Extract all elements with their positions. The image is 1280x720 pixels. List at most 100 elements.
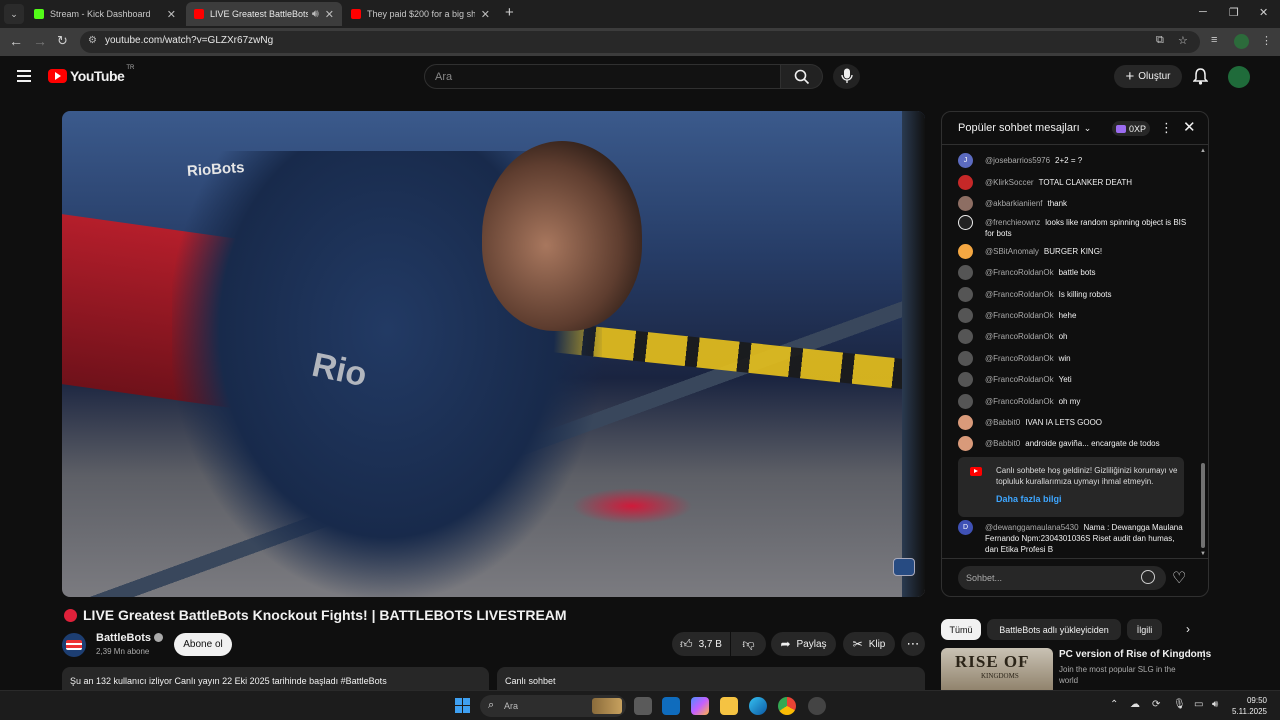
clip-button[interactable]: ✂ Klip [843,632,895,656]
account-avatar[interactable] [1228,66,1250,88]
forward-icon[interactable]: → [33,34,47,48]
chat-message[interactable]: @FrancoRoldanOk oh [958,329,1188,344]
live-chat-label: Canlı sohbet [505,676,556,686]
tab-search-button[interactable]: ⌄ [4,4,24,24]
tab-close-icon[interactable]: ✕ [325,8,334,21]
chip-from-uploader[interactable]: BattleBots adlı yükleyiciden [987,619,1121,640]
search-button[interactable] [781,64,823,89]
tab-close-icon[interactable]: ✕ [167,8,176,21]
chat-author: @KlirkSoccer [985,178,1034,187]
scroll-up-icon[interactable]: ▲ [1200,148,1206,154]
tab-kick-dashboard[interactable]: Stream - Kick Dashboard ✕ [26,2,184,26]
volume-icon[interactable]: 🔊︎ [1212,699,1218,710]
chat-close-icon[interactable]: ✕ [1183,118,1196,136]
chat-message[interactable]: @frenchieownz looks like random spinning … [958,215,1188,239]
youtube-play-icon [48,69,67,83]
restore-icon[interactable]: ❐ [1229,6,1239,19]
tab-close-icon[interactable]: ✕ [481,8,490,21]
bookmark-star-icon[interactable]: ☆ [1178,34,1188,47]
clock-date: 5.11.2025 [1232,707,1267,716]
chip-related[interactable]: İlgili [1127,619,1162,640]
new-tab-button[interactable]: + [505,5,514,21]
chat-text: battle bots [1058,268,1096,277]
app-icon[interactable] [808,697,826,715]
tab-youtube-video[interactable]: They paid $200 for a big shock ✕ [343,2,498,26]
emoji-icon[interactable] [1141,570,1155,584]
like-button[interactable]: 👍︎ 3,7 B [672,632,730,656]
address-bar[interactable]: ⚙ youtube.com/watch?v=GLZXr67zwNg ⧉ ☆ [80,31,1200,53]
tab-title: They paid $200 for a big shock [367,9,475,19]
window-close-icon[interactable]: ✕ [1259,6,1268,19]
chat-message[interactable]: @akbarkianiienf thank [958,196,1188,211]
chat-message[interactable]: @Babbit0 androide gaviña... encargate de … [958,436,1188,451]
chat-scrollbar[interactable]: ▲ ▼ [1200,148,1206,558]
media-control-icon[interactable]: ≡ [1211,34,1217,46]
browser-menu-icon[interactable]: ⋮ [1261,34,1272,47]
recommendation-title[interactable]: PC version of Rise of Kingdoms [1059,649,1211,660]
chrome-icon[interactable] [778,697,796,715]
chat-message[interactable]: J @josebarrios5976 2+2 = ? [958,153,1188,168]
windows-start-icon[interactable] [455,698,470,713]
back-icon[interactable]: ← [9,34,23,48]
more-vertical-icon[interactable]: ⋮ [1198,648,1210,662]
verified-check-icon [154,633,164,642]
chat-message[interactable]: @Babbit0 IVAN IA LETS GOOO [958,415,1188,430]
recommendation-thumbnail[interactable]: RISE OF KINGDOMS [941,648,1053,693]
chat-input[interactable]: Sohbet... [958,566,1166,590]
chat-header: Popüler sohbet mesajları ⌄ 0XP ⋮ ✕ [942,112,1208,145]
notifications-bell-icon[interactable] [1193,68,1208,85]
install-app-icon[interactable]: ⧉ [1156,34,1164,47]
file-explorer-icon[interactable] [720,697,738,715]
site-info-icon[interactable]: ⚙ [88,35,100,47]
chat-message[interactable]: @FrancoRoldanOk win [958,351,1188,366]
sync-icon[interactable]: ⟳ [1152,699,1160,710]
chip-all[interactable]: Tümü [941,619,981,640]
youtube-logo[interactable]: YouTube TR [48,65,134,84]
channel-name[interactable]: BattleBots [96,632,164,644]
chat-message[interactable]: @FrancoRoldanOk Is killing robots [958,287,1188,302]
chat-message[interactable]: @KlirkSoccer TOTAL CLANKER DEATH [958,175,1188,190]
chat-more-options-icon[interactable]: ⋮ [1160,120,1173,136]
browser-profile-avatar[interactable] [1234,34,1249,49]
cloud-icon[interactable]: ☁ [1130,699,1140,710]
share-button[interactable]: ➦ Paylaş [771,632,836,656]
dislike-button[interactable]: 👎︎ [731,632,766,656]
learn-more-link[interactable]: Daha fazla bilgi [996,494,1062,504]
outlook-icon[interactable] [662,697,680,715]
channel-avatar[interactable] [62,633,86,657]
more-actions-button[interactable]: ⋯ [901,632,925,656]
copilot-icon[interactable] [691,697,709,715]
display-icon[interactable]: ▭ [1194,699,1203,710]
guide-menu-icon[interactable] [17,70,31,85]
subscribe-button[interactable]: Abone ol [174,633,232,656]
chat-author: @FrancoRoldanOk [985,397,1054,406]
video-player[interactable]: RioBots Rio [62,111,925,597]
taskbar-search[interactable]: ⌕ Ara [480,695,626,717]
tab-youtube-live[interactable]: LIVE Greatest BattleBots 🔊︎ ✕ [186,2,342,26]
search-input[interactable]: Ara [424,64,781,89]
minimize-icon[interactable]: ─ [1199,6,1207,18]
chat-message[interactable]: @FrancoRoldanOk oh my [958,394,1188,409]
chevron-right-icon[interactable]: › [1186,622,1190,636]
chat-message[interactable]: D @dewanggamaulana5430 Nama : Dewangga Ma… [958,520,1188,555]
create-button[interactable]: + Oluştur [1114,65,1182,88]
chat-message[interactable]: @SBitAnomaly BURGER KING! [958,244,1188,259]
scroll-down-icon[interactable]: ▼ [1200,551,1206,557]
mic-tray-icon[interactable]: 🎙︎ [1173,699,1186,710]
chat-message[interactable]: @FrancoRoldanOk battle bots [958,265,1188,280]
chat-message[interactable]: @FrancoRoldanOk Yeti [958,372,1188,387]
chat-message[interactable]: @FrancoRoldanOk hehe [958,308,1188,323]
chat-mode-dropdown[interactable]: Popüler sohbet mesajları ⌄ [958,122,1091,134]
speaker-icon[interactable]: 🔊︎ [312,8,319,21]
chat-author: @dewanggamaulana5430 [985,523,1079,532]
scroll-thumb[interactable] [1201,463,1205,548]
heart-icon[interactable]: ♡ [1172,568,1186,588]
tray-overflow-icon[interactable]: ⌃ [1110,699,1118,710]
xp-badge[interactable]: 0XP [1112,121,1151,136]
system-clock[interactable]: 09:50 5.11.2025 [1232,695,1267,717]
edge-icon[interactable] [749,697,767,715]
voice-search-button[interactable] [833,64,860,89]
channel-watermark-icon[interactable] [893,558,915,576]
reload-icon[interactable]: ↻ [57,34,68,48]
task-view-icon[interactable] [634,697,652,715]
